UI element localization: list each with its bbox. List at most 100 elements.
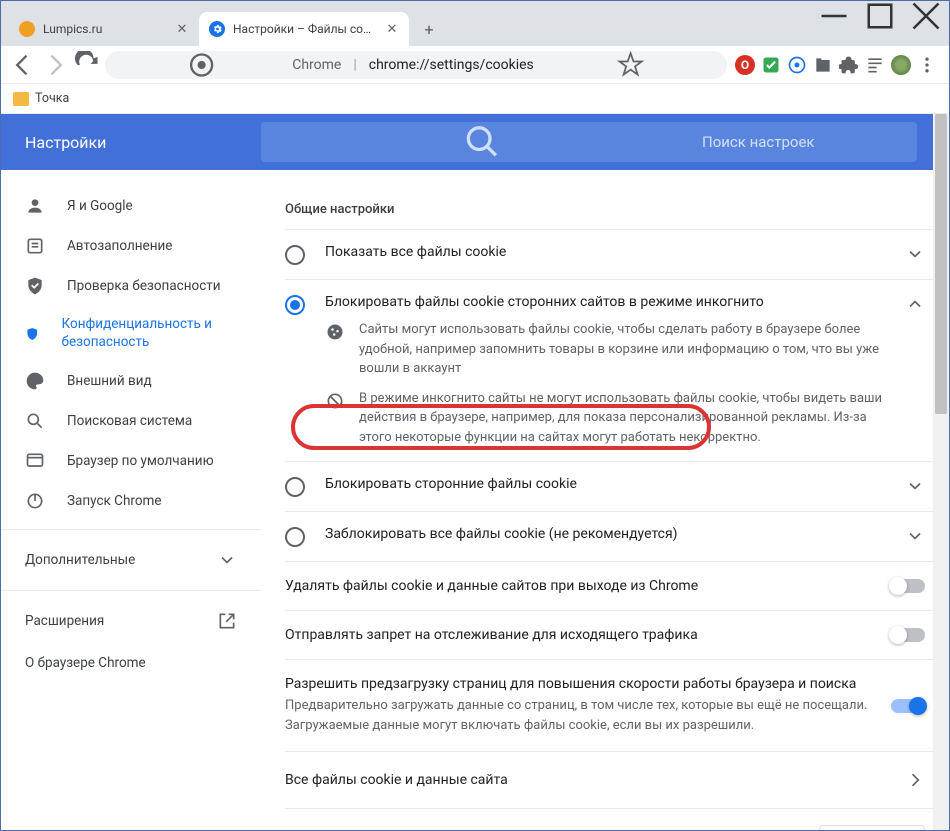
maximize-button[interactable] bbox=[857, 1, 903, 31]
toggle-do-not-track[interactable]: Отправлять запрет на отслеживание для ис… bbox=[285, 610, 933, 659]
browser-icon bbox=[25, 451, 45, 471]
favicon-settings bbox=[209, 21, 225, 37]
option-desc: В режиме инкогнито сайты не могут исполь… bbox=[359, 389, 885, 448]
sidebar-item-security-check[interactable]: Проверка безопасности bbox=[1, 266, 261, 306]
option-label: Блокировать сторонние файлы cookie bbox=[325, 476, 885, 492]
sidebar-about[interactable]: О браузере Chrome bbox=[1, 643, 261, 683]
sidebar: Я и Google Автозаполнение Проверка безоп… bbox=[1, 114, 261, 830]
palette-icon bbox=[25, 371, 45, 391]
url-scheme: Chrome bbox=[292, 57, 341, 73]
new-tab-button[interactable]: + bbox=[415, 15, 443, 43]
external-link-icon bbox=[217, 611, 237, 631]
radio-icon[interactable] bbox=[285, 477, 305, 497]
avatar[interactable] bbox=[891, 55, 911, 75]
close-icon[interactable]: ✕ bbox=[175, 22, 189, 36]
radio-icon[interactable] bbox=[285, 245, 305, 265]
search-icon bbox=[25, 411, 45, 431]
content: Настройки Я и Google Автозаполнение Пров… bbox=[1, 114, 949, 830]
scrollbar-thumb[interactable] bbox=[935, 114, 947, 414]
link-label: Все файлы cookie и данные сайта bbox=[285, 772, 508, 788]
scrollbar[interactable] bbox=[933, 114, 949, 830]
search-input[interactable] bbox=[702, 133, 901, 151]
option-label: Заблокировать все файлы cookie (не реком… bbox=[325, 526, 885, 542]
forward-button[interactable] bbox=[41, 51, 69, 79]
chevron-down-icon[interactable] bbox=[905, 526, 925, 546]
option-block-3p-incognito[interactable]: Блокировать файлы cookie сторонних сайто… bbox=[285, 279, 933, 461]
toggle-title: Разрешить предзагрузку страниц для повыш… bbox=[285, 676, 875, 692]
ext-icon-2[interactable] bbox=[761, 55, 781, 75]
sidebar-item-label: Проверка безопасности bbox=[67, 278, 221, 294]
autofill-icon bbox=[25, 236, 45, 256]
radio-icon[interactable] bbox=[285, 527, 305, 547]
toggle-preload[interactable]: Разрешить предзагрузку страниц для повыш… bbox=[285, 659, 933, 751]
toggle-switch[interactable] bbox=[891, 699, 925, 713]
main-panel: Общие настройки Показать все файлы cooki… bbox=[261, 114, 949, 830]
settings-title: Настройки bbox=[1, 133, 261, 152]
all-cookies-link[interactable]: Все файлы cookie и данные сайта bbox=[285, 751, 933, 808]
tab-settings[interactable]: Настройки – Файлы cookie и др ✕ bbox=[199, 12, 409, 46]
toggle-title: Удалять файлы cookie и данные сайтов при… bbox=[285, 578, 875, 594]
toggle-switch[interactable] bbox=[891, 579, 925, 593]
person-icon bbox=[25, 196, 45, 216]
ext-icon-4[interactable] bbox=[813, 55, 833, 75]
sidebar-item-appearance[interactable]: Внешний вид bbox=[1, 361, 261, 401]
radio-icon[interactable] bbox=[285, 295, 305, 315]
chevron-down-icon[interactable] bbox=[905, 244, 925, 264]
chevron-right-icon bbox=[905, 770, 925, 790]
advanced-label: Дополнительные bbox=[25, 552, 135, 568]
sidebar-item-label: Конфиденциальность и безопасность bbox=[62, 316, 237, 351]
toggle-title: Отправлять запрет на отслеживание для ис… bbox=[285, 627, 875, 643]
menu-icon[interactable] bbox=[917, 55, 937, 75]
allow-section: Сайты, которые всегда могут использовать… bbox=[285, 808, 933, 830]
ext-icon-6[interactable] bbox=[865, 55, 885, 75]
sidebar-item-label: Браузер по умолчанию bbox=[67, 453, 214, 469]
ext-icon-5[interactable] bbox=[839, 55, 859, 75]
back-button[interactable] bbox=[9, 51, 37, 79]
add-button[interactable]: Добавить bbox=[819, 825, 925, 830]
omnibox[interactable]: Chrome | chrome://settings/cookies bbox=[105, 51, 727, 79]
bookmark-item[interactable]: Точка bbox=[35, 91, 69, 106]
cookie-icon bbox=[325, 322, 345, 342]
chevron-down-icon[interactable] bbox=[905, 476, 925, 496]
sidebar-item-default-browser[interactable]: Браузер по умолчанию bbox=[1, 441, 261, 481]
extensions-label: Расширения bbox=[25, 613, 104, 629]
settings-header: Настройки bbox=[1, 114, 933, 170]
address-bar: Chrome | chrome://settings/cookies O bbox=[1, 46, 949, 84]
sidebar-item-search-engine[interactable]: Поисковая система bbox=[1, 401, 261, 441]
sidebar-item-autofill[interactable]: Автозаполнение bbox=[1, 226, 261, 266]
ext-icon-1[interactable]: O bbox=[735, 55, 755, 75]
tab-title: Настройки – Файлы cookie и др bbox=[233, 22, 377, 36]
about-label: О браузере Chrome bbox=[25, 655, 146, 671]
toggle-switch[interactable] bbox=[891, 628, 925, 642]
sidebar-item-privacy[interactable]: Конфиденциальность и безопасность bbox=[1, 306, 261, 361]
option-label: Блокировать файлы cookie сторонних сайто… bbox=[325, 294, 885, 310]
shield-check-icon bbox=[25, 276, 45, 296]
folder-icon bbox=[13, 92, 29, 106]
reload-button[interactable] bbox=[73, 51, 101, 79]
minimize-button[interactable] bbox=[811, 1, 857, 31]
option-show-all[interactable]: Показать все файлы cookie bbox=[285, 229, 933, 279]
star-icon[interactable] bbox=[546, 51, 715, 79]
option-block-all[interactable]: Заблокировать все файлы cookie (не реком… bbox=[285, 511, 933, 561]
settings-search[interactable] bbox=[261, 122, 917, 162]
search-icon bbox=[277, 122, 688, 162]
tab-title: Lumpics.ru bbox=[43, 22, 167, 36]
option-label: Показать все файлы cookie bbox=[325, 244, 885, 260]
favicon-lumpics bbox=[19, 21, 35, 37]
toggle-clear-on-exit[interactable]: Удалять файлы cookie и данные сайтов при… bbox=[285, 561, 933, 610]
bookmarks-bar: Точка bbox=[1, 84, 949, 114]
sidebar-item-startup[interactable]: Запуск Chrome bbox=[1, 481, 261, 521]
sidebar-item-me-and-google[interactable]: Я и Google bbox=[1, 186, 261, 226]
ext-icon-3[interactable] bbox=[787, 55, 807, 75]
option-block-3p[interactable]: Блокировать сторонние файлы cookie bbox=[285, 461, 933, 511]
chevron-up-icon[interactable] bbox=[905, 294, 925, 314]
power-icon bbox=[25, 491, 45, 511]
sidebar-item-label: Автозаполнение bbox=[67, 238, 172, 254]
close-window-button[interactable] bbox=[903, 1, 949, 31]
close-icon[interactable]: ✕ bbox=[385, 22, 399, 36]
window-controls bbox=[811, 1, 949, 31]
sidebar-extensions[interactable]: Расширения bbox=[1, 599, 261, 643]
tab-lumpics[interactable]: Lumpics.ru ✕ bbox=[9, 12, 199, 46]
sidebar-item-label: Поисковая система bbox=[67, 413, 192, 429]
sidebar-advanced[interactable]: Дополнительные bbox=[1, 538, 261, 582]
